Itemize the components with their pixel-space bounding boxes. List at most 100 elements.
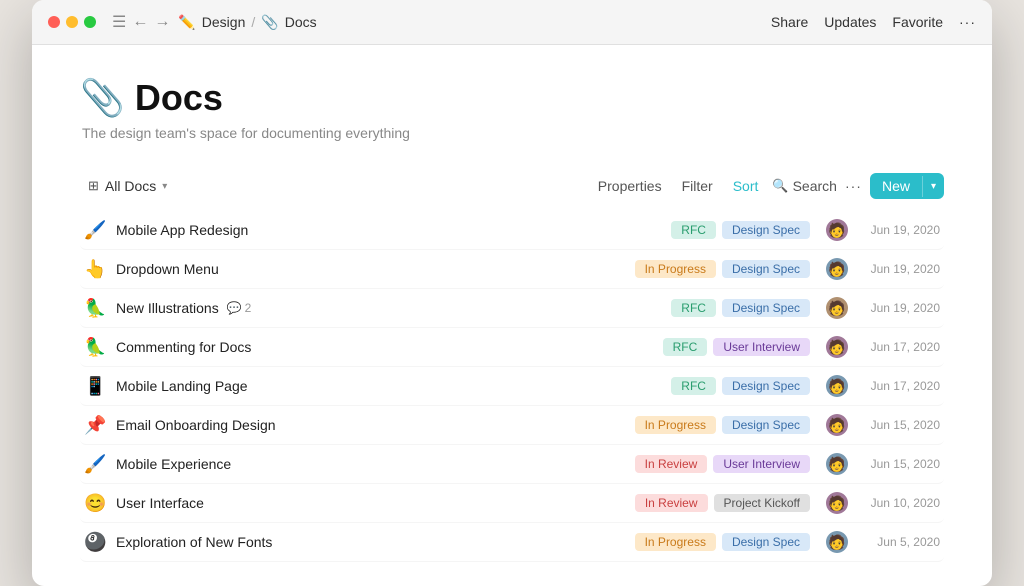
doc-row[interactable]: 😊 User Interface In Review Project Kicko… bbox=[80, 484, 944, 523]
toolbar: ⊞ All Docs ▾ Properties Filter Sort 🔍 Se… bbox=[80, 165, 944, 207]
all-docs-chevron: ▾ bbox=[162, 181, 167, 192]
type-badge: Design Spec bbox=[722, 299, 810, 317]
doc-date: Jun 15, 2020 bbox=[860, 457, 940, 471]
status-badge: RFC bbox=[663, 338, 708, 356]
doc-icon: 🦜 bbox=[84, 298, 116, 319]
type-badge: Design Spec bbox=[722, 377, 810, 395]
doc-tags: In Review User Interview bbox=[635, 455, 810, 473]
avatar: 🧑 bbox=[826, 219, 848, 241]
page-subtitle: The design team's space for documenting … bbox=[82, 125, 944, 141]
avatar: 🧑 bbox=[826, 453, 848, 475]
more-actions-button[interactable]: ··· bbox=[959, 14, 976, 30]
doc-date: Jun 15, 2020 bbox=[860, 418, 940, 432]
sort-button[interactable]: Sort bbox=[727, 174, 765, 198]
doc-icon: 🎱 bbox=[84, 532, 116, 553]
status-badge: RFC bbox=[671, 377, 716, 395]
doc-name: Mobile Experience bbox=[116, 456, 635, 472]
type-badge: Design Spec bbox=[722, 221, 810, 239]
breadcrumb: ✏️ Design / 📎 Docs bbox=[178, 14, 316, 31]
doc-icon: 😊 bbox=[84, 493, 116, 514]
doc-name: User Interface bbox=[116, 495, 635, 511]
avatar: 🧑 bbox=[826, 336, 848, 358]
app-window: ☰ ← → ✏️ Design / 📎 Docs Share Updates F… bbox=[32, 0, 992, 586]
favorite-button[interactable]: Favorite bbox=[892, 14, 943, 30]
new-button-arrow[interactable]: ▾ bbox=[922, 176, 944, 197]
close-button[interactable] bbox=[48, 16, 60, 28]
doc-tags: In Review Project Kickoff bbox=[635, 494, 810, 512]
doc-tags: RFC Design Spec bbox=[671, 377, 810, 395]
doc-date: Jun 19, 2020 bbox=[860, 301, 940, 315]
doc-date: Jun 10, 2020 bbox=[860, 496, 940, 510]
type-badge: Design Spec bbox=[722, 260, 810, 278]
doc-row[interactable]: 📱 Mobile Landing Page RFC Design Spec 🧑 … bbox=[80, 367, 944, 406]
doc-row[interactable]: 🖌️ Mobile App Redesign RFC Design Spec 🧑… bbox=[80, 211, 944, 250]
doc-row[interactable]: 🦜 Commenting for Docs RFC User Interview… bbox=[80, 328, 944, 367]
doc-name: Mobile App Redesign bbox=[116, 222, 671, 238]
breadcrumb-design-icon: ✏️ bbox=[178, 14, 195, 31]
type-badge: Design Spec bbox=[722, 416, 810, 434]
more-options-button[interactable]: ··· bbox=[845, 178, 862, 194]
breadcrumb-design-label[interactable]: Design bbox=[202, 14, 246, 30]
doc-row[interactable]: 🎱 Exploration of New Fonts In Progress D… bbox=[80, 523, 944, 562]
status-badge: RFC bbox=[671, 221, 716, 239]
search-icon: 🔍 bbox=[772, 178, 788, 194]
minimize-button[interactable] bbox=[66, 16, 78, 28]
doc-tags: RFC Design Spec bbox=[671, 299, 810, 317]
titlebar-actions: Share Updates Favorite ··· bbox=[771, 14, 976, 30]
doc-icon: 👆 bbox=[84, 259, 116, 280]
avatar: 🧑 bbox=[826, 492, 848, 514]
doc-row[interactable]: 🖌️ Mobile Experience In Review User Inte… bbox=[80, 445, 944, 484]
doc-name: Mobile Landing Page bbox=[116, 378, 671, 394]
doc-row[interactable]: 🦜 New Illustrations 💬 2 RFC Design Spec … bbox=[80, 289, 944, 328]
search-button[interactable]: 🔍 Search bbox=[772, 178, 837, 194]
breadcrumb-docs-label[interactable]: Docs bbox=[285, 14, 317, 30]
doc-name: New Illustrations 💬 2 bbox=[116, 300, 671, 316]
page-icon: 📎 bbox=[80, 77, 125, 119]
type-badge: Design Spec bbox=[722, 533, 810, 551]
avatar: 🧑 bbox=[826, 531, 848, 553]
all-docs-label: All Docs bbox=[105, 178, 156, 194]
breadcrumb-docs-icon: 📎 bbox=[261, 14, 278, 31]
status-badge: In Progress bbox=[635, 260, 716, 278]
filter-button[interactable]: Filter bbox=[676, 174, 719, 198]
share-button[interactable]: Share bbox=[771, 14, 808, 30]
doc-date: Jun 19, 2020 bbox=[860, 262, 940, 276]
doc-name: Commenting for Docs bbox=[116, 339, 663, 355]
comment-badge: 💬 2 bbox=[227, 301, 252, 315]
comment-icon: 💬 bbox=[227, 301, 242, 315]
page-title: Docs bbox=[135, 77, 223, 119]
doc-tags: In Progress Design Spec bbox=[635, 416, 810, 434]
status-badge: RFC bbox=[671, 299, 716, 317]
avatar: 🧑 bbox=[826, 258, 848, 280]
doc-icon: 📌 bbox=[84, 415, 116, 436]
doc-name: Email Onboarding Design bbox=[116, 417, 635, 433]
all-docs-dropdown[interactable]: ⊞ All Docs ▾ bbox=[80, 174, 175, 198]
doc-date: Jun 5, 2020 bbox=[860, 535, 940, 549]
properties-button[interactable]: Properties bbox=[592, 174, 668, 198]
page-header: 📎 Docs The design team's space for docum… bbox=[80, 77, 944, 141]
doc-icon: 📱 bbox=[84, 376, 116, 397]
doc-row[interactable]: 👆 Dropdown Menu In Progress Design Spec … bbox=[80, 250, 944, 289]
new-button-label: New bbox=[870, 173, 922, 199]
avatar: 🧑 bbox=[826, 297, 848, 319]
doc-name: Exploration of New Fonts bbox=[116, 534, 635, 550]
page-title-row: 📎 Docs bbox=[80, 77, 944, 119]
doc-date: Jun 17, 2020 bbox=[860, 379, 940, 393]
back-icon[interactable]: ← bbox=[132, 13, 148, 31]
doc-icon: 🦜 bbox=[84, 337, 116, 358]
menu-icon[interactable]: ☰ bbox=[112, 12, 126, 32]
doc-row[interactable]: 📌 Email Onboarding Design In Progress De… bbox=[80, 406, 944, 445]
status-badge: In Progress bbox=[635, 533, 716, 551]
updates-button[interactable]: Updates bbox=[824, 14, 876, 30]
doc-tags: In Progress Design Spec bbox=[635, 260, 810, 278]
doc-tags: RFC Design Spec bbox=[671, 221, 810, 239]
breadcrumb-separator: / bbox=[251, 14, 255, 30]
avatar: 🧑 bbox=[826, 414, 848, 436]
doc-tags: RFC User Interview bbox=[663, 338, 810, 356]
new-button[interactable]: New ▾ bbox=[870, 173, 944, 199]
maximize-button[interactable] bbox=[84, 16, 96, 28]
forward-icon[interactable]: → bbox=[154, 13, 170, 31]
type-badge: Project Kickoff bbox=[714, 494, 810, 512]
doc-list: 🖌️ Mobile App Redesign RFC Design Spec 🧑… bbox=[80, 211, 944, 562]
status-badge: In Review bbox=[635, 455, 708, 473]
